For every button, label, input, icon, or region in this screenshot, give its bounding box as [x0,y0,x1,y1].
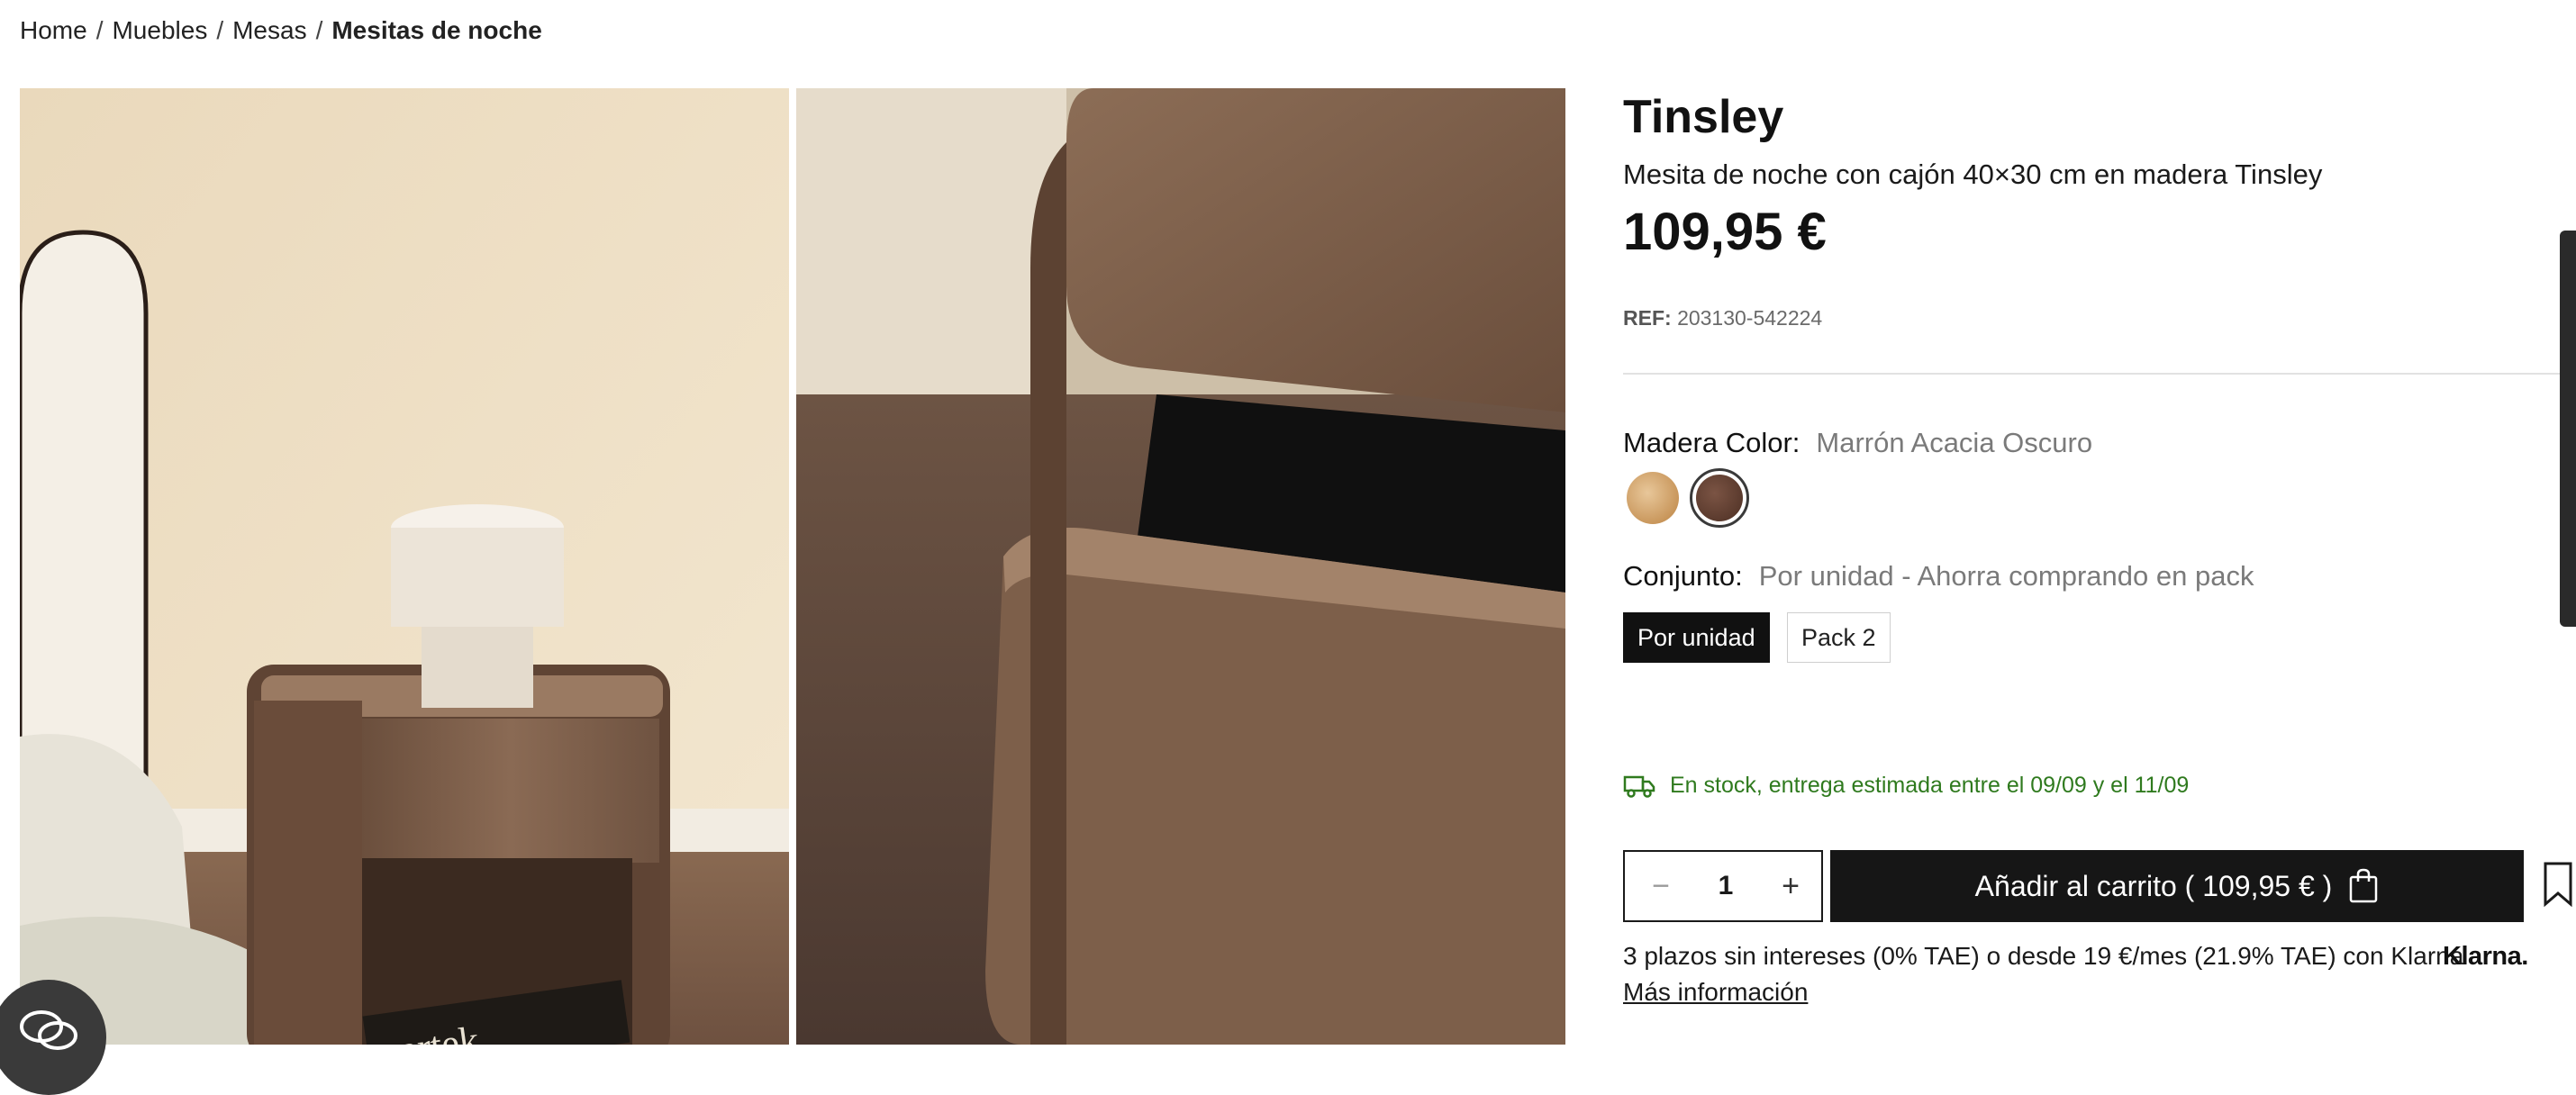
breadcrumb-mesas[interactable]: Mesas [232,16,306,45]
quantity-stepper: − 1 + [1623,850,1823,922]
ref-label: REF: [1623,306,1672,330]
truck-icon [1623,776,1655,799]
product-photo-detail-image [796,88,1565,1045]
bookmark-icon [2544,862,2572,908]
color-swatch-dark-fill [1696,475,1743,521]
ref-value: 203130-542224 [1677,306,1823,330]
product-subtitle: Mesita de noche con cajón 40×30 cm en ma… [1623,158,2323,190]
add-to-cart-button[interactable]: Añadir al carrito ( 109,95 € ) [1830,850,2524,922]
quantity-increase-button[interactable]: + [1773,864,1809,908]
set-option-label: Conjunto: [1623,560,1743,592]
set-per-unit-button[interactable]: Por unidad [1623,612,1770,663]
product-photo-room[interactable]: artek [20,88,789,1045]
breadcrumb-current: Mesitas de noche [331,16,542,44]
financing-text: 3 plazos sin intereses (0% TAE) o desde … [1623,942,2464,970]
set-option-row: Conjunto: Por unidad - Ahorra comprando e… [1623,560,2254,593]
side-tab[interactable] [2560,231,2576,627]
breadcrumb-muebles[interactable]: Muebles [112,16,207,45]
breadcrumb-home[interactable]: Home [20,16,87,45]
product-photo-detail[interactable] [796,88,1565,1045]
color-option-row: Madera Color: Marrón Acacia Oscuro [1623,427,2092,459]
product-price: 109,95 € [1623,203,1827,261]
product-title: Tinsley [1623,91,1784,143]
breadcrumb-separator: / [216,16,224,44]
breadcrumb: Home / Muebles / Mesas / Mesitas de noche [20,16,542,45]
color-option-label: Madera Color: [1623,427,1800,458]
color-swatch-dark-selected[interactable] [1690,468,1749,528]
color-option-value: Marrón Acacia Oscuro [1816,427,2093,458]
stock-status: En stock, entrega estimada entre el 09/0… [1623,773,2189,799]
set-option-value: Por unidad - Ahorra comprando en pack [1758,560,2254,592]
chat-icon [20,1010,77,1050]
breadcrumb-separator: / [95,16,104,44]
wishlist-button[interactable] [2542,861,2574,912]
product-photo-room-image: artek [20,88,789,1045]
more-info-link[interactable]: Más información [1623,978,1808,1007]
quantity-decrease-button[interactable]: − [1643,864,1679,908]
divider [1623,373,2576,375]
add-to-cart-label: Añadir al carrito ( 109,95 € ) [1974,870,2333,902]
chat-button[interactable] [0,980,106,1095]
product-ref: REF: 203130-542224 [1623,306,1822,330]
stock-text: En stock, entrega estimada entre el 09/0… [1670,773,2190,798]
klarna-logo: Klarna. [2443,942,2528,971]
shopping-bag-icon [2350,868,2378,902]
quantity-value[interactable]: 1 [1688,864,1764,908]
set-pack-2-button[interactable]: Pack 2 [1787,612,1891,663]
color-swatch-light[interactable] [1627,472,1679,524]
breadcrumb-separator: / [315,16,323,44]
